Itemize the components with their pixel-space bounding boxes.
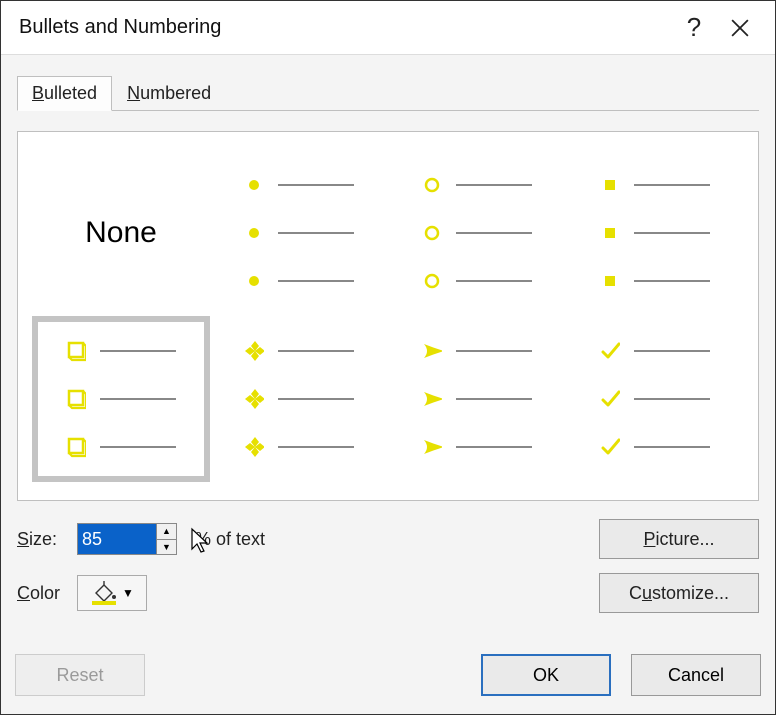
- chevron-down-icon: ▼: [122, 586, 134, 600]
- size-label: Size:: [17, 529, 77, 550]
- size-value[interactable]: 85: [78, 524, 156, 554]
- check-icon: [600, 437, 620, 457]
- bullets-numbering-dialog: Bullets and Numbering ? Bulleted Numbere…: [0, 0, 776, 715]
- bullet-preview: [244, 341, 354, 457]
- help-button[interactable]: ?: [671, 5, 717, 51]
- dialog-title: Bullets and Numbering: [19, 16, 671, 39]
- square-icon: [600, 271, 620, 291]
- bullet-preview: [66, 341, 176, 457]
- arrow-icon: [422, 437, 442, 457]
- titlebar: Bullets and Numbering ?: [1, 1, 775, 55]
- bullet-style-diamond4[interactable]: [210, 316, 388, 482]
- dialog-footer: Reset OK Cancel: [1, 646, 775, 714]
- box3d-icon: [66, 389, 86, 409]
- picture-button[interactable]: Picture...: [599, 519, 759, 559]
- reset-button: Reset: [15, 654, 145, 696]
- disc-icon: [244, 175, 264, 195]
- disc-icon: [244, 223, 264, 243]
- bullet-style-circle[interactable]: [388, 150, 566, 316]
- bullet-style-none[interactable]: None: [32, 150, 210, 316]
- box3d-icon: [66, 341, 86, 361]
- diamond4-icon: [244, 389, 264, 409]
- disc-icon: [244, 271, 264, 291]
- bullet-style-disc[interactable]: [210, 150, 388, 316]
- bullet-style-box3d[interactable]: [32, 316, 210, 482]
- close-icon: [731, 19, 749, 37]
- bullet-preview: [600, 341, 710, 457]
- color-picker-button[interactable]: ▼: [77, 575, 147, 611]
- check-icon: [600, 341, 620, 361]
- color-label: Color: [17, 583, 77, 604]
- circle-icon: [422, 223, 442, 243]
- circle-icon: [422, 175, 442, 195]
- size-suffix: % of text: [195, 529, 307, 550]
- paint-bucket-icon: [90, 581, 118, 605]
- tab-numbered[interactable]: Numbered: [112, 76, 226, 111]
- square-icon: [600, 175, 620, 195]
- tab-strip: Bulleted Numbered: [17, 79, 759, 111]
- none-style-label: None: [85, 216, 157, 250]
- size-spinner[interactable]: 85 ▲ ▼: [77, 523, 177, 555]
- close-button[interactable]: [717, 5, 763, 51]
- size-decrement[interactable]: ▼: [157, 540, 176, 555]
- bullet-preview: [422, 341, 532, 457]
- circle-icon: [422, 271, 442, 291]
- bullet-style-check[interactable]: [566, 316, 744, 482]
- bullet-preview: [244, 175, 354, 291]
- ok-button[interactable]: OK: [481, 654, 611, 696]
- diamond4-icon: [244, 341, 264, 361]
- customize-button[interactable]: CCustomize...: [599, 573, 759, 613]
- size-increment[interactable]: ▲: [157, 524, 176, 540]
- arrow-icon: [422, 389, 442, 409]
- bullet-preview: [600, 175, 710, 291]
- box3d-icon: [66, 437, 86, 457]
- check-icon: [600, 389, 620, 409]
- tab-bulleted[interactable]: Bulleted: [17, 76, 112, 111]
- arrow-icon: [422, 341, 442, 361]
- bullet-style-panel: None: [17, 131, 759, 501]
- bullet-style-square[interactable]: [566, 150, 744, 316]
- square-icon: [600, 223, 620, 243]
- bullet-preview: [422, 175, 532, 291]
- cancel-button[interactable]: Cancel: [631, 654, 761, 696]
- diamond4-icon: [244, 437, 264, 457]
- bullet-style-arrow[interactable]: [388, 316, 566, 482]
